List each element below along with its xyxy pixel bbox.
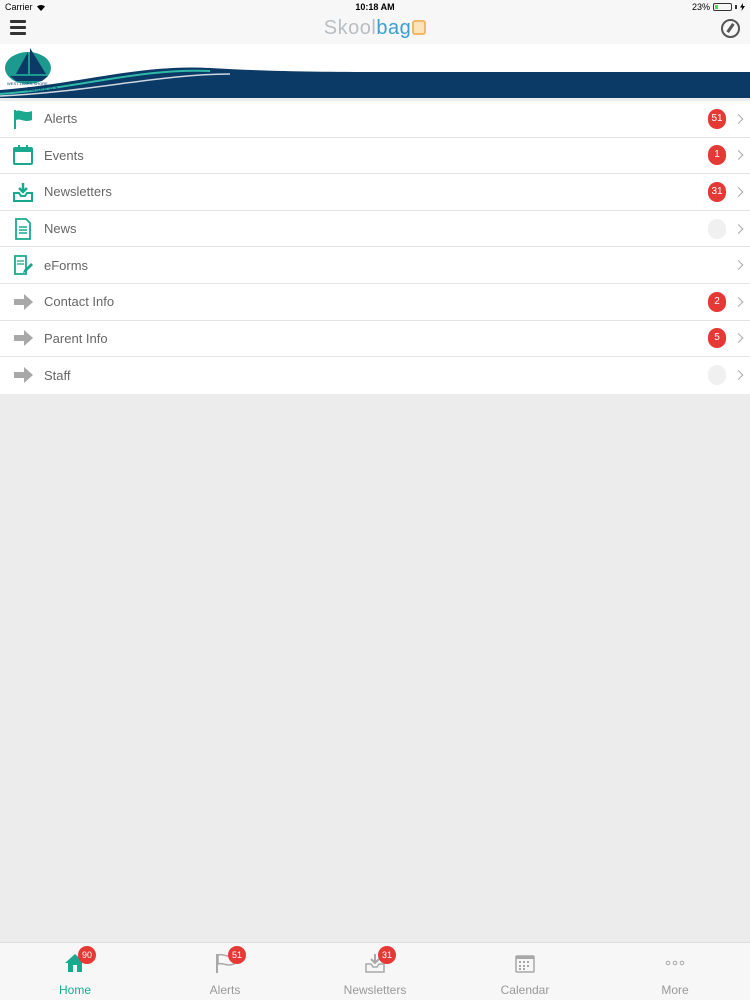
home-icon: 90	[64, 946, 96, 974]
chevron-right-icon	[733, 260, 744, 271]
tab-calendar[interactable]: Calendar	[450, 943, 600, 1000]
menu-label: Events	[44, 147, 84, 163]
count-badge	[708, 218, 726, 239]
menu-label: Parent Info	[44, 330, 108, 346]
count-badge: 5	[708, 328, 726, 349]
more-dots-icon	[664, 952, 686, 974]
tab-label: More	[661, 983, 689, 997]
battery-percent: 23%	[691, 2, 710, 12]
menu-item-contact-info[interactable]: Contact Info 2	[0, 283, 750, 321]
battery-icon	[713, 3, 732, 11]
tab-newsletters[interactable]: 31 Newsletters	[300, 943, 450, 1000]
sync-icon[interactable]	[721, 19, 740, 38]
chevron-right-icon	[733, 113, 744, 124]
menu-item-eforms[interactable]: eForms	[0, 247, 750, 284]
inbox-download-icon: 31	[364, 946, 396, 974]
calendar-icon	[12, 144, 34, 166]
inbox-download-icon	[12, 181, 34, 203]
clock: 10:18 AM	[355, 2, 395, 12]
school-name-line1: WEST LAKES SHORE	[7, 81, 48, 86]
chevron-right-icon	[733, 296, 744, 307]
app-logo: Skoolbag	[0, 17, 750, 40]
bottom-tab-bar: 90 Home 51 Alerts 31 Newsletters Calenda…	[0, 942, 750, 1000]
tab-label: Newsletters	[343, 983, 407, 997]
chevron-right-icon	[733, 187, 744, 197]
chevron-right-icon	[733, 223, 744, 234]
arrow-right-icon	[12, 291, 34, 313]
schoolbag-icon	[412, 20, 427, 35]
count-badge: 2	[708, 291, 726, 312]
menu-item-alerts[interactable]: Alerts 51	[0, 101, 750, 138]
flag-icon	[12, 108, 34, 130]
chevron-right-icon	[733, 333, 744, 344]
tab-alerts[interactable]: 51 Alerts	[150, 943, 300, 1000]
count-badge	[708, 365, 726, 386]
menu-label: Alerts	[44, 111, 78, 127]
status-bar: Carrier 10:18 AM 23%	[0, 0, 750, 14]
document-icon	[12, 217, 34, 240]
menu-label: eForms	[44, 257, 89, 273]
tab-badge: 51	[228, 946, 246, 964]
menu-item-parent-info[interactable]: Parent Info 5	[0, 320, 750, 358]
tab-badge: 90	[78, 946, 96, 964]
battery-indicator: 23%	[692, 2, 745, 12]
calendar-icon	[514, 952, 536, 974]
tab-badge: 31	[378, 946, 396, 964]
menu-item-events[interactable]: Events 1	[0, 137, 750, 175]
charging-icon	[740, 3, 745, 11]
battery-level	[715, 5, 718, 9]
battery-tip	[735, 5, 737, 9]
form-edit-icon	[12, 254, 34, 276]
tab-more[interactable]: More	[600, 943, 750, 1000]
tab-label: Calendar	[500, 983, 550, 997]
school-logo	[5, 48, 51, 84]
count-badge: 31	[708, 181, 726, 202]
menu-item-news[interactable]: News	[0, 210, 750, 248]
menu-label: Newsletters	[44, 184, 112, 200]
chevron-right-icon	[733, 150, 744, 161]
chevron-right-icon	[733, 370, 744, 381]
menu-label: News	[44, 221, 77, 237]
flag-icon: 51	[214, 946, 246, 974]
brand-skool: Skool	[323, 17, 377, 39]
count-badge: 1	[708, 145, 726, 166]
wave-banner-graphic	[0, 48, 750, 98]
tab-home[interactable]: 90 Home	[0, 943, 150, 1000]
menu-item-staff[interactable]: Staff	[0, 357, 750, 394]
brand-bag: bag	[376, 17, 412, 39]
arrow-right-icon	[12, 364, 34, 386]
tab-label: Home	[58, 983, 91, 997]
top-navigation-bar: Skoolbag	[0, 14, 750, 44]
arrow-right-icon	[12, 327, 34, 349]
school-name-line2: SCHOOL R-7	[27, 87, 58, 93]
menu-item-newsletters[interactable]: Newsletters 31	[0, 174, 750, 211]
count-badge: 51	[708, 108, 726, 129]
school-banner: WEST LAKES SHORE SCHOOL R-7	[0, 44, 750, 98]
main-menu-list: Alerts 51 Events 1 Newsletters 31 News e…	[0, 101, 750, 394]
tab-label: Alerts	[209, 983, 241, 997]
menu-label: Contact Info	[44, 294, 115, 310]
menu-label: Staff	[44, 367, 71, 383]
